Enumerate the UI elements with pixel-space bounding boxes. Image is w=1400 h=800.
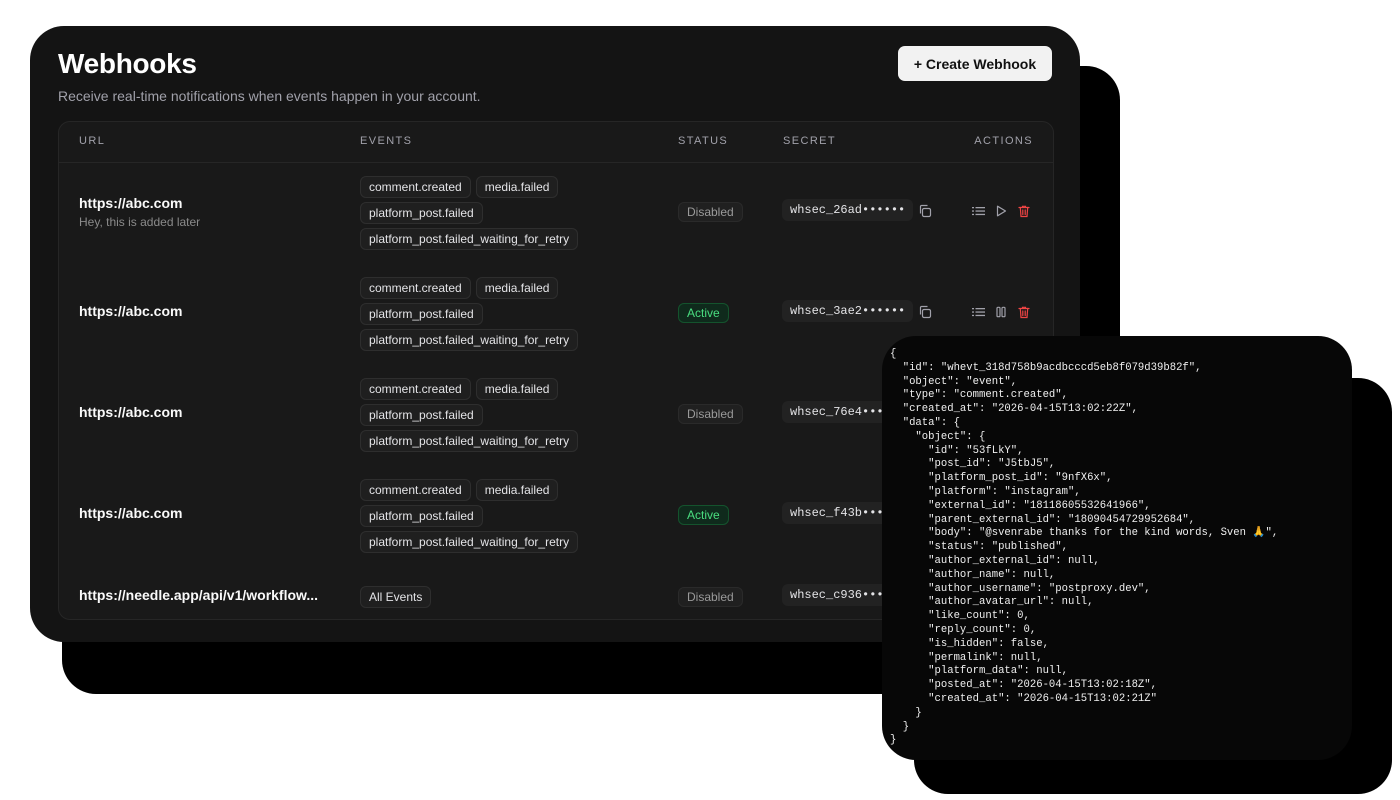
event-badge: platform_post.failed_waiting_for_retry [360,430,579,452]
event-badge: platform_post.failed [360,404,483,426]
list-icon[interactable] [969,303,987,321]
webhook-url[interactable]: https://needle.app/api/v1/workflow... [79,587,318,603]
status-badge: Disabled [678,202,743,222]
column-header-events: EVENTS [360,135,413,147]
json-payload-panel: { "id": "whevt_318d758b9acdbcccd5eb8f079… [882,336,1352,760]
event-badge: platform_post.failed_waiting_for_retry [360,329,579,351]
webhook-url[interactable]: https://abc.com [79,505,182,521]
status-badge: Disabled [678,587,743,607]
trash-icon[interactable] [1015,202,1033,220]
column-header-status: STATUS [678,135,729,147]
status-badge: Disabled [678,404,743,424]
event-list: comment.created media.failed platform_post… [360,277,660,351]
event-badge: media.failed [475,378,559,400]
event-badge: media.failed [475,479,559,501]
create-webhook-button[interactable]: + Create Webhook [898,46,1052,81]
webhook-description: Hey, this is added later [79,215,201,229]
table-row: https://abc.com Hey, this is added later c… [59,162,1053,263]
event-list: All Events [360,586,660,608]
json-payload: { "id": "whevt_318d758b9acdbcccd5eb8f079… [890,348,1279,747]
event-badge: comment.created [360,277,471,299]
event-badge: platform_post.failed [360,202,483,224]
page-subtitle: Receive real-time notifications when eve… [58,88,481,104]
event-badge: platform_post.failed [360,505,483,527]
event-badge: comment.created [360,479,471,501]
play-icon[interactable] [992,202,1010,220]
event-list: comment.created media.failed platform_post… [360,378,660,452]
event-badge: platform_post.failed_waiting_for_retry [360,531,579,553]
pause-icon[interactable] [992,303,1010,321]
column-header-url: URL [79,135,106,147]
page-title: Webhooks [58,48,197,79]
event-list: comment.created media.failed platform_post… [360,479,660,553]
trash-icon[interactable] [1015,303,1033,321]
secret-value: whsec_26ad•••••• [782,199,914,221]
event-badge: media.failed [475,277,559,299]
webhook-url[interactable]: https://abc.com [79,303,182,319]
event-badge: platform_post.failed [360,303,483,325]
status-badge: Active [678,303,729,323]
table-header: URL EVENTS STATUS SECRET ACTIONS [59,122,1053,163]
copy-icon[interactable] [916,303,934,321]
webhook-url[interactable]: https://abc.com [79,404,182,420]
list-icon[interactable] [969,202,987,220]
secret-value: whsec_3ae2•••••• [782,300,914,322]
event-badge: comment.created [360,176,471,198]
column-header-actions: ACTIONS [974,135,1033,147]
event-badge: platform_post.failed_waiting_for_retry [360,228,579,250]
status-badge: Active [678,505,729,525]
webhook-url[interactable]: https://abc.com [79,195,182,211]
event-badge: media.failed [475,176,559,198]
event-badge: All Events [360,586,432,608]
copy-icon[interactable] [916,202,934,220]
column-header-secret: SECRET [783,135,837,147]
event-list: comment.created media.failed platform_post… [360,176,660,250]
event-badge: comment.created [360,378,471,400]
